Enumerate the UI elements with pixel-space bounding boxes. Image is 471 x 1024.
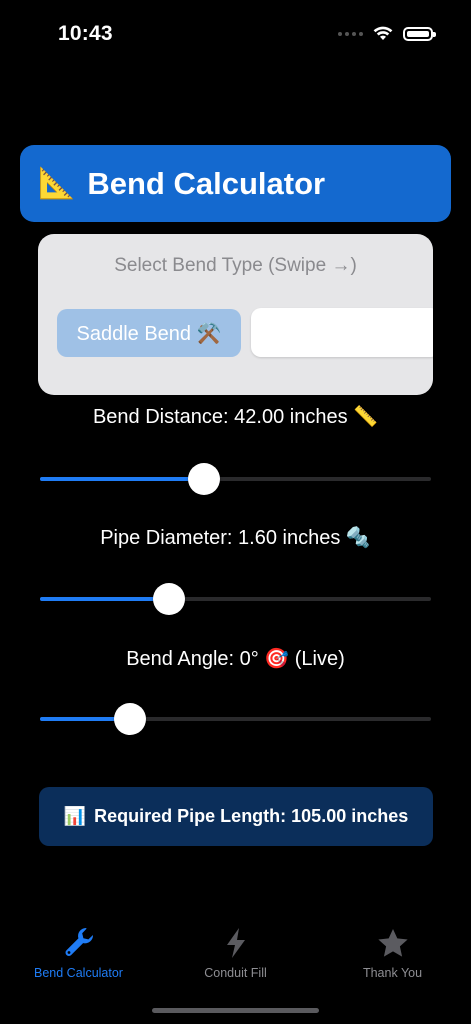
battery-icon bbox=[403, 26, 436, 41]
bend-angle-label: Bend Angle: 0° 🎯 (Live) bbox=[126, 648, 345, 670]
result-text: Required Pipe Length: 105.00 inches bbox=[94, 806, 409, 826]
slider-thumb[interactable] bbox=[188, 463, 221, 495]
star-icon bbox=[314, 925, 471, 959]
home-indicator[interactable] bbox=[152, 1008, 319, 1013]
pipe-diameter-slider[interactable] bbox=[40, 583, 431, 615]
tab-label: Conduit Fill bbox=[204, 966, 267, 980]
pipe-diameter-label: Pipe Diameter: 1.60 inches 🔩 bbox=[100, 527, 371, 549]
tab-conduit-fill[interactable]: Conduit Fill bbox=[157, 925, 314, 980]
bar-chart-icon: 📊 bbox=[63, 806, 87, 826]
signal-icon bbox=[338, 31, 363, 36]
page-title: Bend Calculator bbox=[87, 165, 326, 201]
slider-thumb[interactable] bbox=[113, 703, 146, 735]
required-pipe-length-result: 📊 Required Pipe Length: 105.00 inches bbox=[39, 787, 433, 846]
tab-label: Bend Calculator bbox=[34, 966, 123, 980]
status-icons bbox=[338, 26, 436, 41]
next-bend-type-button[interactable] bbox=[251, 308, 433, 357]
tab-bar: Bend Calculator Conduit Fill Thank You bbox=[0, 925, 471, 995]
slider-fill bbox=[40, 477, 205, 481]
bend-angle-slider[interactable] bbox=[40, 703, 431, 735]
bend-type-card: Select Bend Type (Swipe →) Saddle Bend ⚒… bbox=[38, 234, 433, 395]
page-header: 📐 Bend Calculator bbox=[20, 145, 451, 222]
saddle-bend-button[interactable]: Saddle Bend ⚒️ bbox=[57, 309, 241, 357]
tab-bend-calculator[interactable]: Bend Calculator bbox=[0, 925, 157, 980]
triangle-ruler-icon: 📐 bbox=[38, 166, 76, 200]
bend-distance-slider[interactable] bbox=[40, 463, 431, 495]
status-bar: 10:43 bbox=[0, 0, 471, 70]
tab-thank-you[interactable]: Thank You bbox=[314, 925, 471, 980]
bend-type-heading: Select Bend Type (Swipe →) bbox=[114, 255, 357, 276]
tab-label: Thank You bbox=[362, 966, 423, 980]
slider-fill bbox=[40, 597, 170, 601]
bolt-icon bbox=[157, 925, 314, 959]
wifi-icon bbox=[373, 26, 393, 41]
wrench-icon bbox=[0, 925, 157, 959]
status-time: 10:43 bbox=[58, 22, 113, 45]
bend-distance-label: Bend Distance: 42.00 inches 📏 bbox=[92, 406, 379, 428]
slider-thumb[interactable] bbox=[153, 583, 186, 615]
